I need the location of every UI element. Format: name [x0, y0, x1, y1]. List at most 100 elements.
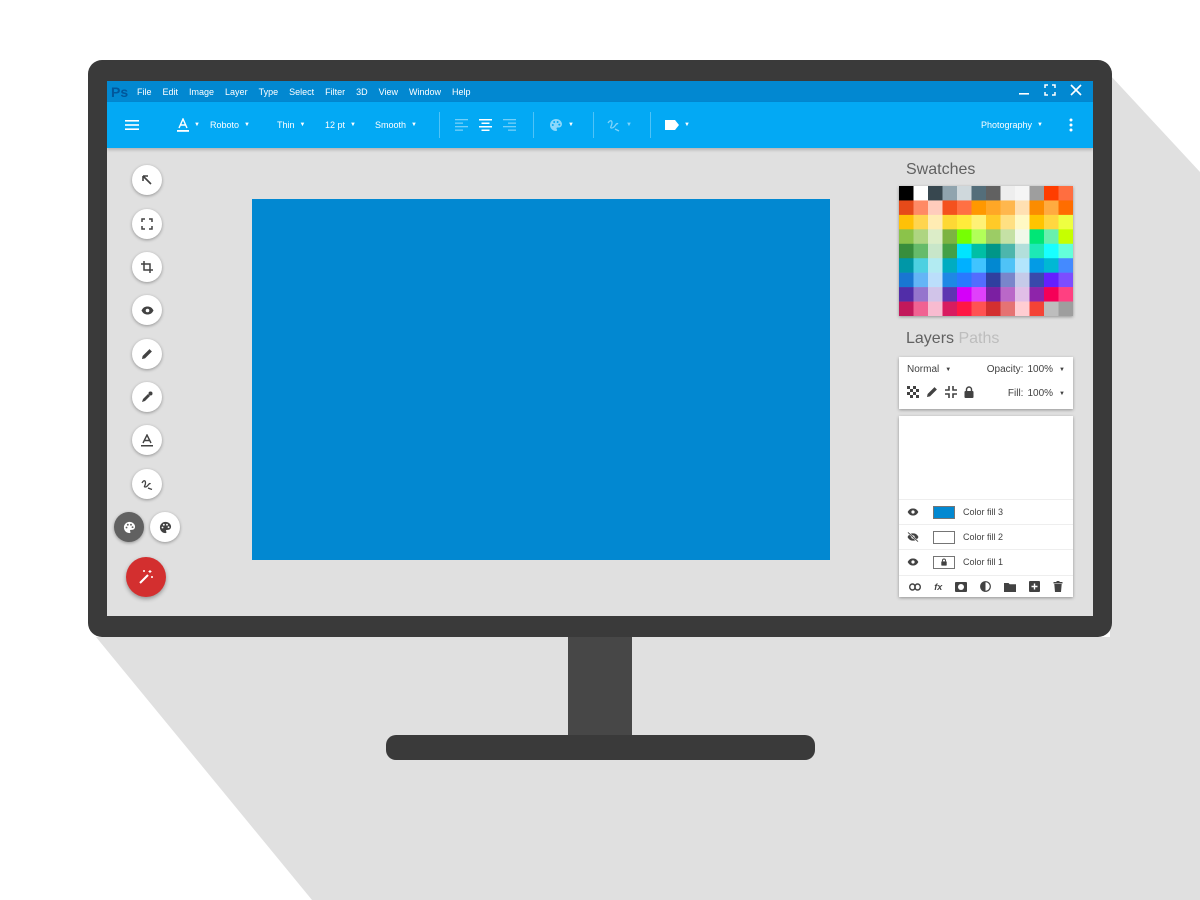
swatch[interactable]: [928, 272, 943, 288]
swatch[interactable]: [1015, 200, 1030, 216]
menu-image[interactable]: Image: [189, 87, 214, 97]
align-center-icon[interactable]: [479, 102, 492, 148]
menu-3d[interactable]: 3D: [356, 87, 368, 97]
swatch[interactable]: [986, 214, 1001, 230]
align-right-icon[interactable]: [503, 102, 516, 148]
crop-tool-button[interactable]: [132, 252, 162, 282]
swatch[interactable]: [1015, 214, 1030, 230]
swatch[interactable]: [913, 200, 929, 216]
swatch[interactable]: [1029, 301, 1045, 316]
swatch[interactable]: [913, 272, 929, 288]
swatch[interactable]: [1058, 200, 1074, 216]
swatch[interactable]: [942, 186, 958, 201]
swatch[interactable]: [928, 200, 943, 216]
swatch[interactable]: [1044, 229, 1059, 245]
menu-file[interactable]: File: [137, 87, 152, 97]
swatch[interactable]: [1029, 229, 1045, 245]
swatch[interactable]: [971, 258, 987, 273]
magic-wand-button[interactable]: [126, 557, 166, 597]
hamburger-menu-icon[interactable]: [125, 102, 139, 148]
swatch[interactable]: [942, 243, 958, 259]
swatch[interactable]: [913, 287, 929, 302]
mask-icon[interactable]: [955, 581, 968, 592]
view-tool-button[interactable]: [132, 295, 162, 325]
fill-control[interactable]: Fill: 100% ▼: [1008, 388, 1065, 399]
minimize-icon[interactable]: [1017, 84, 1031, 99]
swatch[interactable]: [928, 214, 943, 230]
font-weight-dropdown[interactable]: Thin ▼: [277, 102, 305, 148]
swatch[interactable]: [957, 243, 972, 259]
swatch[interactable]: [928, 258, 943, 273]
trash-icon[interactable]: [1053, 581, 1063, 592]
swatch[interactable]: [1015, 243, 1030, 259]
swatch[interactable]: [913, 214, 929, 230]
swatch[interactable]: [942, 301, 958, 316]
swatch[interactable]: [971, 272, 987, 288]
swatch[interactable]: [1058, 229, 1074, 245]
new-layer-icon[interactable]: [1028, 581, 1040, 592]
lock-all-icon[interactable]: [964, 386, 974, 398]
swatch[interactable]: [1044, 214, 1059, 230]
swatch[interactable]: [1044, 272, 1059, 288]
swatch[interactable]: [1058, 301, 1074, 316]
swatch[interactable]: [899, 272, 914, 288]
swatch[interactable]: [928, 301, 943, 316]
tab-paths[interactable]: Paths: [958, 330, 999, 347]
swatch[interactable]: [1000, 243, 1016, 259]
swatch[interactable]: [971, 287, 987, 302]
swatch[interactable]: [1015, 186, 1030, 201]
menu-type[interactable]: Type: [259, 87, 279, 97]
swatch[interactable]: [1058, 287, 1074, 302]
swatch[interactable]: [957, 272, 972, 288]
fx-icon[interactable]: fx: [934, 582, 942, 592]
swatch[interactable]: [986, 272, 1001, 288]
lock-transparent-icon[interactable]: [907, 386, 919, 398]
menu-filter[interactable]: Filter: [325, 87, 345, 97]
swatch[interactable]: [971, 214, 987, 230]
swatch[interactable]: [1044, 258, 1059, 273]
swatch[interactable]: [1029, 200, 1045, 216]
swatch[interactable]: [928, 243, 943, 259]
swatch[interactable]: [957, 258, 972, 273]
swatch[interactable]: [986, 186, 1001, 201]
menu-layer[interactable]: Layer: [225, 87, 248, 97]
swatch[interactable]: [1015, 287, 1030, 302]
document-canvas[interactable]: [252, 199, 830, 560]
swatch[interactable]: [1000, 301, 1016, 316]
swatch[interactable]: [1000, 258, 1016, 273]
swatch[interactable]: [899, 301, 914, 316]
swatch[interactable]: [928, 186, 943, 201]
menu-window[interactable]: Window: [409, 87, 441, 97]
swatch[interactable]: [986, 287, 1001, 302]
swatch[interactable]: [913, 186, 929, 201]
swatch[interactable]: [971, 301, 987, 316]
swatch[interactable]: [899, 229, 914, 245]
close-icon[interactable]: [1069, 84, 1083, 99]
swatch[interactable]: [1044, 287, 1059, 302]
swatch[interactable]: [1029, 258, 1045, 273]
menu-select[interactable]: Select: [289, 87, 314, 97]
swatch[interactable]: [1058, 243, 1074, 259]
swatch[interactable]: [942, 272, 958, 288]
swatch[interactable]: [913, 243, 929, 259]
swatch[interactable]: [942, 258, 958, 273]
swatch[interactable]: [1015, 229, 1030, 245]
background-color-button[interactable]: [150, 512, 180, 542]
layer-row[interactable]: Color fill 1: [899, 549, 1073, 574]
swatch[interactable]: [986, 258, 1001, 273]
menu-help[interactable]: Help: [452, 87, 471, 97]
link-icon[interactable]: [909, 582, 922, 591]
swatch[interactable]: [1044, 301, 1059, 316]
warp-text-dropdown[interactable]: ▼: [607, 102, 632, 148]
swatch[interactable]: [1015, 258, 1030, 273]
swatch[interactable]: [1000, 287, 1016, 302]
swatch[interactable]: [1058, 214, 1074, 230]
swatch[interactable]: [1015, 272, 1030, 288]
swatch[interactable]: [942, 287, 958, 302]
swatch[interactable]: [913, 301, 929, 316]
marquee-tool-button[interactable]: [132, 209, 162, 239]
pencil-tool-button[interactable]: [132, 339, 162, 369]
font-family-dropdown[interactable]: Roboto ▼: [210, 102, 250, 148]
swatch[interactable]: [986, 301, 1001, 316]
move-tool-button[interactable]: [132, 165, 162, 195]
